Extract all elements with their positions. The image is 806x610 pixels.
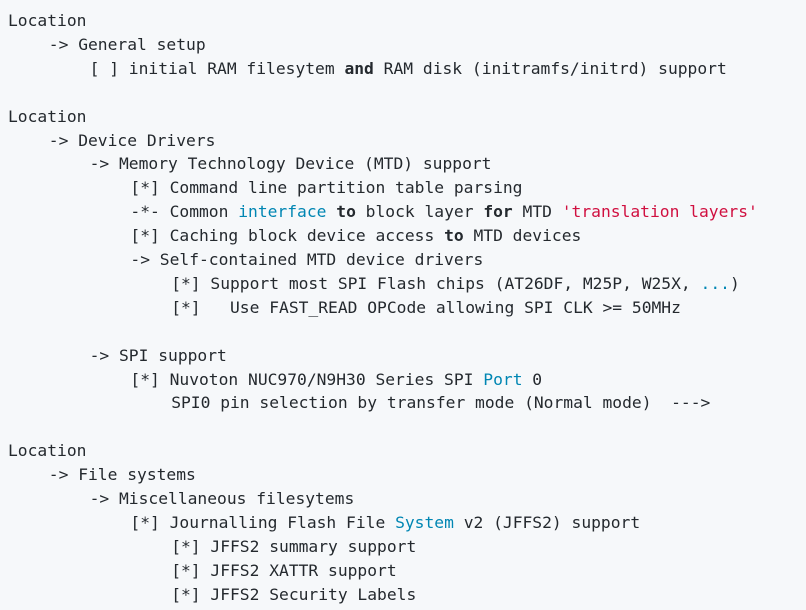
code-line: Location xyxy=(8,9,86,33)
code-token-kw: to xyxy=(336,202,356,222)
code-token: Location xyxy=(8,11,87,30)
code-line: Location xyxy=(8,439,86,463)
code-token: [*] JFFS2 XATTR support xyxy=(171,560,397,580)
code-token: 0 xyxy=(522,369,543,389)
code-line: -> SPI support xyxy=(90,344,227,368)
code-token: -> Device Drivers xyxy=(48,130,216,150)
code-token-blue: System xyxy=(395,512,454,532)
code-token: ) xyxy=(729,273,740,293)
code-token: Location xyxy=(8,106,87,126)
code-line: -> General setup xyxy=(49,33,206,57)
code-token: -> SPI support xyxy=(89,345,227,365)
code-line: [*] JFFS2 XATTR support xyxy=(171,559,396,583)
code-token: v2 (JFFS2) support xyxy=(453,512,641,532)
code-line: Location xyxy=(8,105,86,129)
code-token: -> Self-contained MTD device drivers xyxy=(130,250,484,269)
code-line: [*] Command line partition table parsing xyxy=(130,176,522,200)
code-line: [*] Journalling Flash File System v2 (JF… xyxy=(130,511,640,535)
code-token: MTD devices xyxy=(463,226,582,246)
code-token: [*] JFFS2 summary support xyxy=(171,536,417,556)
code-line: -> Miscellaneous filesytems xyxy=(90,487,355,511)
code-token: -> Miscellaneous filesytems xyxy=(89,489,355,508)
code-line: [*] JFFS2 Security Labels xyxy=(171,583,416,607)
code-token: MTD xyxy=(512,202,562,222)
code-line: [*] Caching block device access to MTD d… xyxy=(130,224,581,248)
code-token: -*- Common xyxy=(130,202,239,222)
code-token: -> File systems xyxy=(48,465,196,485)
code-token: SPI0 pin selection by transfer mode (Nor… xyxy=(171,393,711,413)
code-token: [*] JFFS2 Security Labels xyxy=(171,584,417,604)
code-line: -> Self-contained MTD device drivers xyxy=(130,248,483,272)
code-line: [*] Support most SPI Flash chips (AT26DF… xyxy=(171,272,740,296)
code-block: Location -> General setup [ ] initial RAM … xyxy=(0,0,806,610)
code-token: [*] Use FAST_READ OPCode allowing SPI CL… xyxy=(171,297,681,317)
code-line: -*- Common interface to block layer for … xyxy=(130,200,757,224)
code-line: [ ] initial RAM filesytem and RAM disk (… xyxy=(90,57,727,81)
code-token-blue: ... xyxy=(700,273,730,293)
code-line: SPI0 pin selection by transfer mode (Nor… xyxy=(171,391,710,415)
code-token: [*] Caching block device access xyxy=(130,226,445,246)
code-token-kw: for xyxy=(483,202,513,222)
code-line: -> File systems xyxy=(49,463,196,487)
code-token: [ ] initial RAM filesytem xyxy=(89,58,345,78)
code-line: [*] Nuvoton NUC970/N9H30 Series SPI Port… xyxy=(130,368,542,392)
code-line: -> Device Drivers xyxy=(49,129,216,153)
code-token-blue: Port xyxy=(483,369,523,389)
code-token: [*] Command line partition table parsing xyxy=(130,178,523,198)
code-token: -> General setup xyxy=(48,34,206,54)
code-token: -> Memory Technology Device (MTD) suppor… xyxy=(89,154,492,174)
code-token: block layer xyxy=(355,202,484,222)
code-token: RAM disk (initramfs/initrd) support xyxy=(373,58,727,78)
code-line: [*] Use FAST_READ OPCode allowing SPI CL… xyxy=(171,296,681,320)
code-token: Location xyxy=(8,441,87,461)
code-token: [*] Nuvoton NUC970/N9H30 Series SPI xyxy=(130,369,484,389)
code-line: [*] JFFS2 summary support xyxy=(171,535,416,559)
code-line: -> Memory Technology Device (MTD) suppor… xyxy=(90,152,492,176)
code-token: [*] Journalling Flash File xyxy=(130,512,396,532)
code-token-blue: interface xyxy=(238,202,327,222)
code-token-kw: and xyxy=(344,58,374,78)
code-token-kw: to xyxy=(444,226,464,246)
code-token-str: 'translation layers' xyxy=(561,202,758,222)
code-token: [*] Support most SPI Flash chips (AT26DF… xyxy=(171,273,701,293)
